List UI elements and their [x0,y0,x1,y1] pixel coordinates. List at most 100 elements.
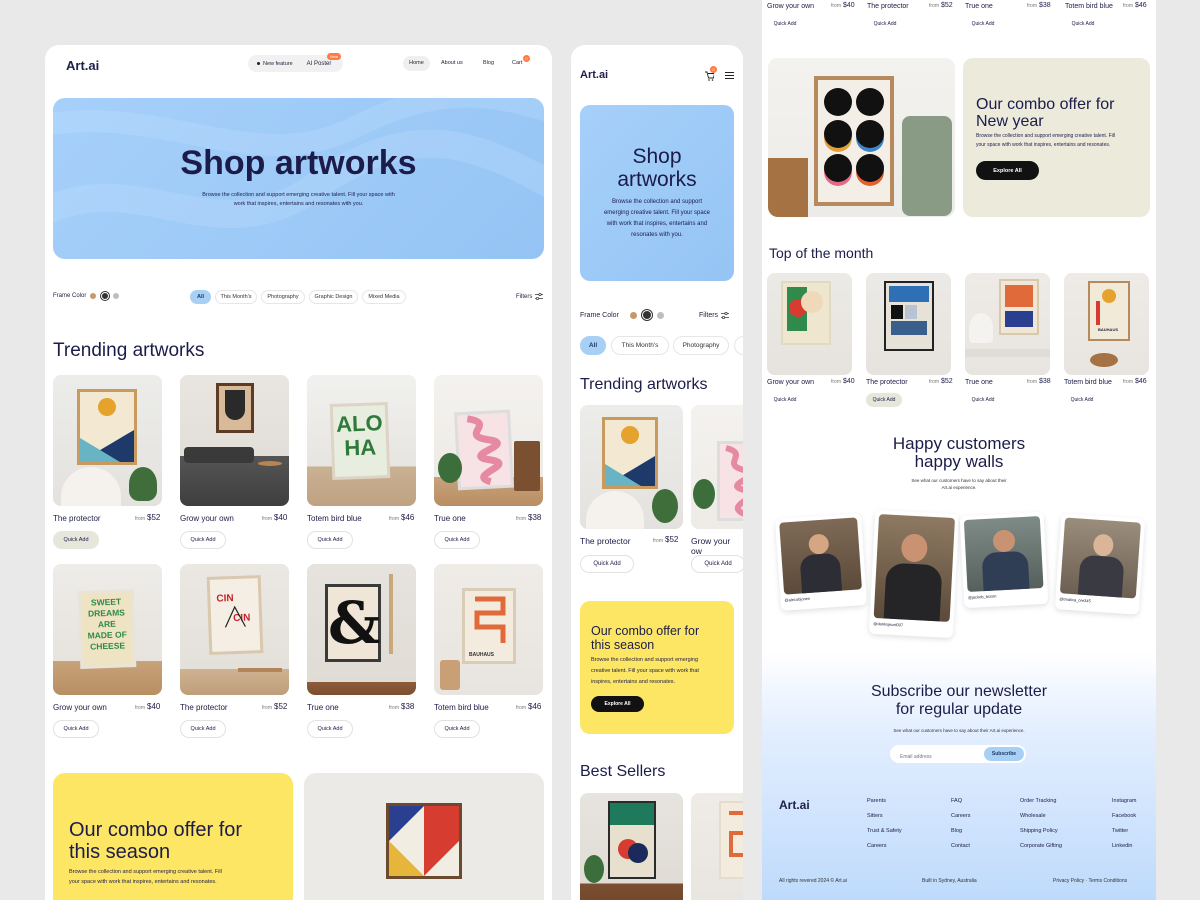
footer-link[interactable]: Linkedin [1112,843,1136,858]
quick-add-button[interactable]: Quick Add [767,393,803,407]
testimonial-card[interactable]: @danksjeuel007 [868,509,960,639]
legal-links[interactable]: Privacy Policy · Terms Conditions [1053,878,1127,884]
product-name[interactable]: Grow your own [180,514,234,523]
frame-swatch-grey[interactable] [657,312,664,319]
quick-add-button[interactable]: Quick Add [53,720,99,738]
quick-add-button[interactable]: Quick Add [866,393,902,407]
product-name[interactable]: True one [434,514,466,523]
quick-add-button[interactable]: Quick Add [965,393,1001,407]
footer-logo[interactable]: Art.ai [779,798,810,812]
product-image-grow-your-own[interactable] [180,375,289,506]
mobile-product-name[interactable]: Grow your ow [691,536,743,556]
testimonial-handle[interactable]: @danksjeuel007 [873,621,949,630]
strip-product-name[interactable]: Grow your own [767,3,814,10]
testimonial-card[interactable]: @tmaliva_ore345 [1054,513,1146,615]
footer-link[interactable]: Careers [867,843,902,858]
product-image-the-protector[interactable] [53,375,162,506]
quick-add-button[interactable]: Quick Add [307,531,353,549]
mobile-chip-more[interactable] [734,336,743,355]
strip-product-name[interactable]: The protector [867,3,909,10]
testimonial-card[interactable]: @jackob_bsson [959,511,1049,609]
testimonial-card[interactable]: @alecobjones [774,513,868,611]
top-month-name[interactable]: True one [965,379,993,386]
product-image-sweet-dreams[interactable]: SWEET DREAMS ARE MADE OF CHEESE [53,564,162,695]
explore-all-button[interactable]: Explore All [976,161,1039,180]
product-name[interactable]: Totem bird blue [434,703,489,712]
footer-link[interactable]: Parents [867,798,902,813]
product-name[interactable]: Totem bird blue [307,514,362,523]
top-month-name[interactable]: The protector [866,379,908,386]
footer-link[interactable]: Blog [951,828,971,843]
best-seller-image[interactable] [580,793,683,900]
frame-swatch-wood[interactable] [90,293,96,299]
mobile-filters-button[interactable]: Filters [699,312,730,319]
top-month-name[interactable]: Totem bird blue [1064,379,1112,386]
footer-link[interactable]: Instagram [1112,798,1136,813]
testimonial-handle[interactable]: @jackob_bsson [968,591,1044,599]
quick-add-button[interactable]: Quick Add [434,531,480,549]
explore-all-button[interactable]: Explore All [591,696,644,712]
footer-link[interactable]: Wholesale [1020,813,1062,828]
best-seller-image[interactable] [691,793,743,900]
filter-this-month[interactable]: This Month's [215,290,257,304]
quick-add-button[interactable]: Quick Add [1064,393,1100,407]
strip-product-name[interactable]: Totem bird blue [1065,3,1113,10]
menu-icon[interactable] [725,72,734,79]
product-image-ampersand[interactable]: & [307,564,416,695]
frame-swatch-black[interactable] [101,292,109,300]
mobile-logo[interactable]: Art.ai [580,69,608,81]
product-name[interactable]: The protector [53,514,101,523]
product-image-cin-cin[interactable]: CIN CIN [180,564,289,695]
footer-link[interactable]: Order Tracking [1020,798,1062,813]
filters-button[interactable]: Filters [516,293,544,300]
quick-add-button[interactable]: Quick Add [53,531,99,549]
top-month-image[interactable] [965,273,1050,375]
mobile-product-image[interactable] [691,405,743,529]
quick-add-button[interactable]: Quick Add [767,17,803,31]
email-input[interactable] [900,754,980,760]
mobile-chip-all[interactable]: All [580,336,606,355]
nav-cart[interactable]: Cart [512,56,522,71]
product-name[interactable]: True one [307,703,339,712]
nav-home[interactable]: Home [403,56,430,71]
frame-swatch-black[interactable] [642,310,652,320]
top-month-image[interactable] [866,273,951,375]
filter-all[interactable]: All [190,290,211,304]
subscribe-button[interactable]: Subscribe [984,747,1024,761]
quick-add-button[interactable]: Quick Add [867,17,903,31]
footer-link[interactable]: Contact [951,843,971,858]
product-name[interactable]: The protector [180,703,228,712]
filter-graphic-design[interactable]: Graphic Design [309,290,358,304]
quick-add-button[interactable]: Quick Add [965,17,1001,31]
top-month-image[interactable] [767,273,852,375]
strip-product-name[interactable]: True one [965,3,993,10]
mobile-product-image[interactable] [580,405,683,529]
quick-add-button[interactable]: Quick Add [180,531,226,549]
footer-link[interactable]: Twitter [1112,828,1136,843]
mobile-chip-this-month[interactable]: This Month's [611,336,669,355]
product-name[interactable]: Grow your own [53,703,107,712]
product-image-true-one[interactable] [434,375,543,506]
nav-blog[interactable]: Blog [483,56,494,71]
footer-link[interactable]: Careers [951,813,971,828]
quick-add-button[interactable]: Quick Add [434,720,480,738]
filter-mixed-media[interactable]: Mixed Media [362,290,406,304]
email-field[interactable]: Subscribe [890,745,1026,763]
footer-link[interactable]: Facebook [1112,813,1136,828]
mobile-chip-photography[interactable]: Photography [673,336,729,355]
quick-add-button[interactable]: Quick Add [307,720,353,738]
quick-add-button[interactable]: Quick Add [691,555,743,573]
top-month-name[interactable]: Grow your own [767,379,814,386]
quick-add-button[interactable]: Quick Add [580,555,634,573]
footer-link[interactable]: Sitters [867,813,902,828]
quick-add-button[interactable]: Quick Add [180,720,226,738]
footer-link[interactable]: Shipping Policy [1020,828,1062,843]
top-month-image[interactable]: BAUHAUS [1064,273,1149,375]
footer-link[interactable]: Corporate Gifting [1020,843,1062,858]
mobile-product-name[interactable]: The protector [580,536,631,546]
filter-photography[interactable]: Photography [261,290,305,304]
footer-link[interactable]: Trust & Safety [867,828,902,843]
nav-about[interactable]: About us [441,56,463,71]
frame-swatch-grey[interactable] [113,293,119,299]
product-image-bauhaus[interactable]: BAUHAUS [434,564,543,695]
